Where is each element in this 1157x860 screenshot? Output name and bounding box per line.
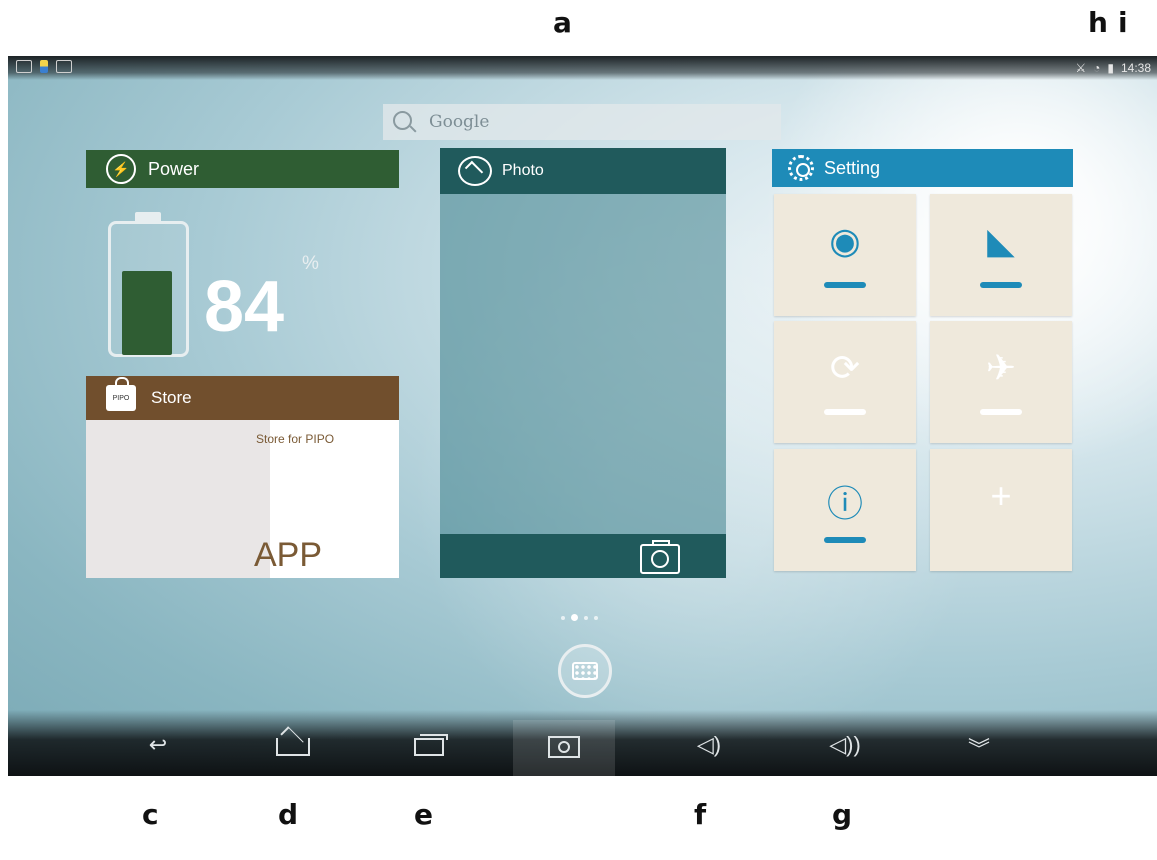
photo-title: Photo — [502, 162, 544, 179]
setting-widget-header[interactable]: Setting — [772, 149, 1073, 187]
volume-up-button[interactable]: ◁)) — [820, 732, 870, 758]
recent-apps-button[interactable] — [404, 734, 454, 756]
store-subtitle: Store for PIPO — [256, 432, 335, 446]
rotation-lock-toggle[interactable]: ⟳ — [774, 321, 916, 443]
battery-level-fill — [122, 271, 172, 355]
photo-widget[interactable]: Photo — [440, 148, 726, 578]
callout-i: i — [1118, 6, 1128, 39]
callout-f: f — [694, 798, 707, 831]
shopping-bag-icon: PIPO — [106, 377, 136, 411]
toggle-state-bar — [824, 537, 866, 543]
store-title: Store — [151, 388, 192, 407]
callout-e: e — [414, 798, 433, 831]
info-tile[interactable]: ⓘ — [774, 449, 916, 571]
home-icon — [276, 738, 310, 756]
page-dot-current — [571, 614, 578, 621]
photo-icon — [56, 60, 72, 73]
page-dot — [584, 615, 588, 620]
page-dot — [594, 615, 598, 620]
power-title: Power — [148, 158, 200, 179]
add-tile[interactable]: + — [930, 449, 1072, 571]
battery-graphic — [108, 212, 189, 357]
power-bolt-icon: ⚡ — [106, 154, 136, 184]
camera-icon[interactable] — [640, 540, 680, 574]
callout-g: g — [832, 798, 853, 831]
volume-down-button[interactable]: ◁) — [684, 732, 734, 758]
back-button[interactable]: ↩ — [133, 732, 183, 758]
page-dot — [561, 615, 565, 620]
app-drawer-button[interactable] — [558, 644, 612, 698]
rotation-lock-icon: ⟳ — [829, 347, 861, 388]
app-notification-icon — [40, 60, 48, 73]
chevron-down-icon: ︾ — [967, 737, 990, 762]
gear-icon — [788, 155, 814, 181]
wifi-icon: ◉ — [829, 220, 861, 261]
screenshot-icon — [548, 736, 580, 758]
toggle-state-bar — [980, 282, 1022, 288]
tablet-screen: ⚔ ◔ ▮ 14:38 Google ⚡ Power 84 % PIPO Sto… — [8, 56, 1157, 776]
home-button[interactable] — [268, 738, 318, 756]
setting-title: Setting — [824, 157, 881, 178]
callout-h: h — [1088, 6, 1108, 39]
screenshot-button[interactable] — [513, 720, 615, 776]
screenshot-icon — [16, 60, 32, 73]
battery-percent-unit: % — [302, 253, 319, 274]
store-preview-panel — [86, 420, 270, 578]
mute-icon: ◣ — [987, 220, 1015, 261]
usb-debug-icon: ⚔ — [1075, 61, 1087, 75]
google-search-bar[interactable]: Google — [383, 104, 781, 140]
sound-toggle[interactable]: ◣ — [930, 194, 1072, 316]
navigation-bar: ↩ ◁) ◁)) ︾ — [8, 710, 1157, 776]
store-header[interactable]: PIPO Store — [86, 376, 399, 420]
volume-up-icon: ◁)) — [829, 732, 861, 757]
plus-icon: + — [990, 475, 1012, 516]
store-widget[interactable]: PIPO Store Store for PIPO APP — [86, 376, 399, 578]
status-time: 14:38 — [1120, 61, 1151, 75]
store-app-label: APP — [254, 536, 323, 574]
airplane-icon: ✈ — [985, 347, 1017, 388]
wifi-icon: ◔ — [1093, 61, 1101, 75]
recent-apps-icon — [414, 734, 448, 756]
status-bar[interactable]: ⚔ ◔ ▮ 14:38 — [8, 56, 1157, 80]
page-indicator — [561, 614, 598, 621]
power-widget-header[interactable]: ⚡ Power — [86, 150, 399, 188]
battery-percent-value: 84 — [204, 267, 285, 347]
search-label: Google — [429, 112, 490, 132]
photo-footer — [440, 534, 726, 578]
callout-a: a — [553, 6, 572, 39]
back-icon: ↩ — [148, 732, 168, 757]
toggle-state-bar — [980, 409, 1022, 415]
toggle-state-bar — [824, 409, 866, 415]
airplane-toggle[interactable]: ✈ — [930, 321, 1072, 443]
toggle-state-bar — [824, 282, 866, 288]
search-icon — [393, 111, 412, 130]
hide-bar-button[interactable]: ︾ — [954, 732, 1004, 764]
wifi-toggle[interactable]: ◉ — [774, 194, 916, 316]
info-icon: ⓘ — [826, 483, 863, 524]
callout-d: d — [278, 798, 299, 831]
battery-icon: ▮ — [1107, 61, 1114, 75]
volume-down-icon: ◁) — [696, 732, 722, 757]
image-icon — [458, 156, 492, 186]
photo-header[interactable]: Photo — [440, 148, 726, 194]
apps-grid-icon — [572, 662, 598, 680]
callout-c: c — [142, 798, 159, 831]
